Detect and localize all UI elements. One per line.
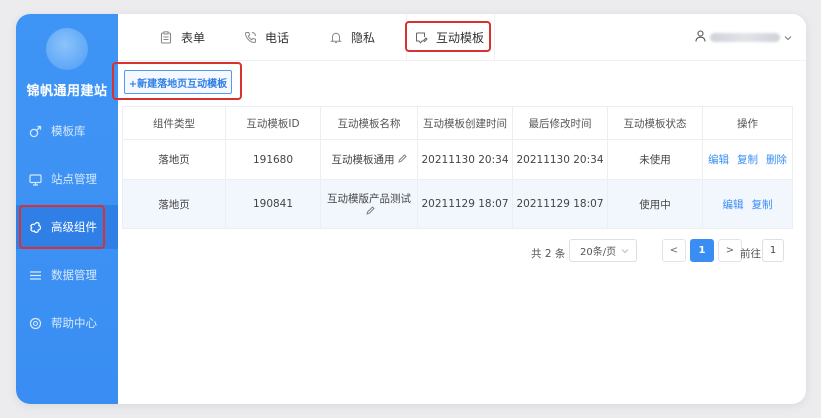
copy-link[interactable]: 复制 <box>737 154 758 166</box>
list-icon <box>28 268 42 282</box>
cell-actions: 编辑 复制 删除 <box>702 139 793 180</box>
column-header: 互动模板ID <box>225 106 321 140</box>
cell-created: 20211130 20:34 <box>417 139 513 180</box>
sidebar-item-template-library[interactable]: 模板库 <box>16 109 118 153</box>
delete-link[interactable]: 删除 <box>766 154 787 166</box>
bell-icon <box>330 31 343 44</box>
page-size-value: 20条/页 <box>580 247 617 258</box>
cell-type: 落地页 <box>122 179 226 229</box>
tab-label: 电话 <box>265 30 290 45</box>
sidebar-item-label: 模板库 <box>51 124 86 138</box>
edit-link[interactable]: 编辑 <box>723 199 744 211</box>
help-icon <box>28 316 42 330</box>
cell-modified: 20211130 20:34 <box>512 139 608 180</box>
edit-pencil-icon[interactable] <box>397 154 407 166</box>
tab-divider <box>494 14 495 60</box>
new-landing-template-button[interactable]: +新建落地页互动模板 <box>124 70 232 94</box>
highlight-box-tab <box>405 21 491 52</box>
column-header: 最后修改时间 <box>512 106 608 140</box>
prev-page-button[interactable]: < <box>662 239 686 262</box>
column-header: 互动模板名称 <box>320 106 418 140</box>
cell-status: 未使用 <box>607 139 703 180</box>
next-page-button[interactable]: > <box>718 239 742 262</box>
sidebar-item-label: 帮助中心 <box>51 316 97 330</box>
sidebar-item-site-management[interactable]: 站点管理 <box>16 157 118 201</box>
goto-label: 前往 <box>740 248 761 260</box>
user-icon <box>695 30 706 45</box>
sidebar-item-label: 数据管理 <box>51 268 97 282</box>
logo <box>46 28 88 70</box>
column-header: 互动模板状态 <box>607 106 703 140</box>
template-name: 互动模板通用 <box>331 154 395 166</box>
user-name-redacted <box>710 33 780 42</box>
tab-label: 隐私 <box>351 30 376 45</box>
goto-page-input[interactable]: 1 <box>762 239 784 262</box>
highlight-box-sidebar <box>19 205 105 249</box>
sidebar-item-data-management[interactable]: 数据管理 <box>16 253 118 297</box>
chevron-down-icon <box>621 246 629 257</box>
cell-type: 落地页 <box>122 139 226 180</box>
column-header: 组件类型 <box>122 106 226 140</box>
sidebar-item-label: 站点管理 <box>51 172 97 186</box>
table-header-row: 组件类型 互动模板ID 互动模板名称 互动模板创建时间 最后修改时间 互动模板状… <box>122 106 793 140</box>
cell-created: 20211129 18:07 <box>417 179 513 229</box>
phone-icon <box>244 31 257 44</box>
template-table: 组件类型 互动模板ID 互动模板名称 互动模板创建时间 最后修改时间 互动模板状… <box>122 106 793 229</box>
monitor-icon <box>28 172 42 186</box>
tab-label: 表单 <box>181 30 206 45</box>
cell-status: 使用中 <box>607 179 703 229</box>
male-icon <box>28 124 42 138</box>
table-row: 落地页 191680 互动模板通用 20211130 20:34 2021113… <box>122 139 793 180</box>
table-row: 落地页 190841 互动模版产品测试 20211129 18:07 20211… <box>122 179 793 229</box>
chevron-down-icon <box>784 31 792 44</box>
template-name: 互动模版产品测试 <box>327 192 411 205</box>
edit-pencil-icon[interactable] <box>366 205 375 218</box>
tab-phone[interactable]: 电话 <box>244 14 289 60</box>
cell-name: 互动模板通用 <box>320 139 418 180</box>
column-header: 操作 <box>702 106 793 140</box>
pagination-total: 共 2 条 <box>531 248 566 260</box>
edit-link[interactable]: 编辑 <box>708 154 729 166</box>
cell-modified: 20211129 18:07 <box>512 179 608 229</box>
column-header: 互动模板创建时间 <box>417 106 513 140</box>
page-button-current[interactable]: 1 <box>690 239 714 262</box>
clipboard-icon <box>160 30 173 44</box>
page-size-select[interactable]: 20条/页 <box>569 239 637 262</box>
cell-name: 互动模版产品测试 <box>320 179 418 229</box>
brand-title: 锦帆通用建站 <box>26 84 108 99</box>
cell-actions: 编辑 复制 <box>702 179 793 229</box>
copy-link[interactable]: 复制 <box>752 199 773 211</box>
cell-id: 190841 <box>225 179 321 229</box>
tab-form[interactable]: 表单 <box>160 14 205 60</box>
cell-id: 191680 <box>225 139 321 180</box>
user-menu[interactable] <box>695 30 792 45</box>
sidebar-item-help-center[interactable]: 帮助中心 <box>16 301 118 345</box>
tab-privacy[interactable]: 隐私 <box>330 14 375 60</box>
